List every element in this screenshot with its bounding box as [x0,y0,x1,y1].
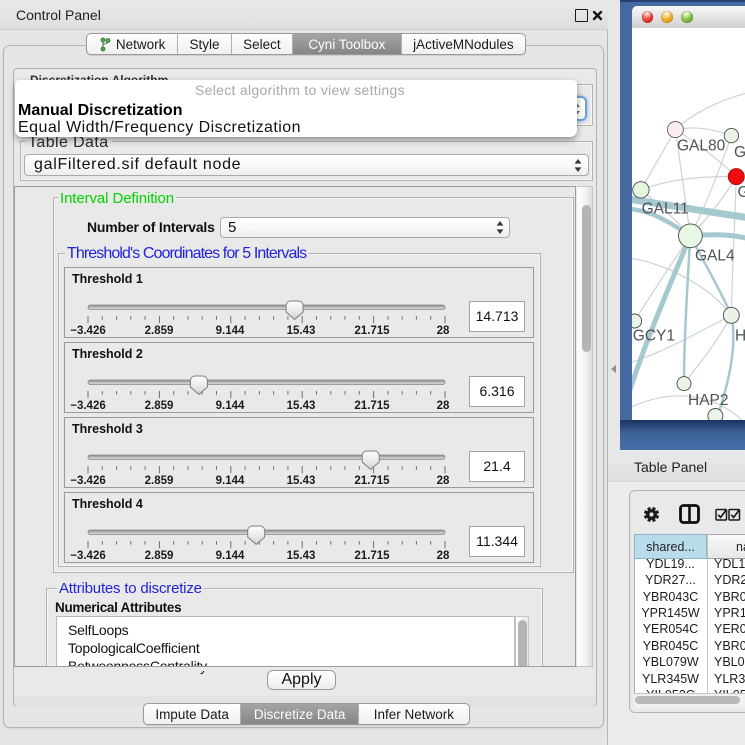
svg-text:15.43: 15.43 [287,325,316,337]
svg-text:−3.426: −3.426 [70,325,106,337]
svg-text:21.715: 21.715 [354,400,390,412]
svg-text:−3.426: −3.426 [70,550,106,562]
svg-text:15.43: 15.43 [287,550,316,562]
svg-text:GAL4: GAL4 [695,248,735,265]
svg-text:2.859: 2.859 [145,550,174,562]
svg-text:2.859: 2.859 [145,400,174,412]
svg-text:21.715: 21.715 [354,550,390,562]
svg-text:9.144: 9.144 [216,475,245,487]
svg-text:28: 28 [437,475,450,487]
svg-text:−3.426: −3.426 [70,475,106,487]
svg-text:9.144: 9.144 [216,400,245,412]
svg-text:9.144: 9.144 [216,325,245,337]
svg-text:−3.426: −3.426 [70,400,106,412]
svg-text:HAP2: HAP2 [688,392,729,409]
svg-text:15.43: 15.43 [287,475,316,487]
svg-text:21.715: 21.715 [354,325,390,337]
svg-text:15.43: 15.43 [287,400,316,412]
svg-text:2.859: 2.859 [145,475,174,487]
svg-text:28: 28 [437,550,450,562]
svg-text:GAL11: GAL11 [642,200,689,217]
svg-text:2.859: 2.859 [145,325,174,337]
svg-text:GA: GA [734,144,745,161]
svg-text:28: 28 [437,325,450,337]
svg-text:GAL80: GAL80 [677,138,726,155]
svg-text:GCY1: GCY1 [633,328,675,345]
svg-text:H: H [735,328,745,345]
svg-text:G: G [738,184,745,201]
svg-text:21.715: 21.715 [354,475,390,487]
svg-text:28: 28 [437,400,450,412]
svg-text:9.144: 9.144 [216,550,245,562]
